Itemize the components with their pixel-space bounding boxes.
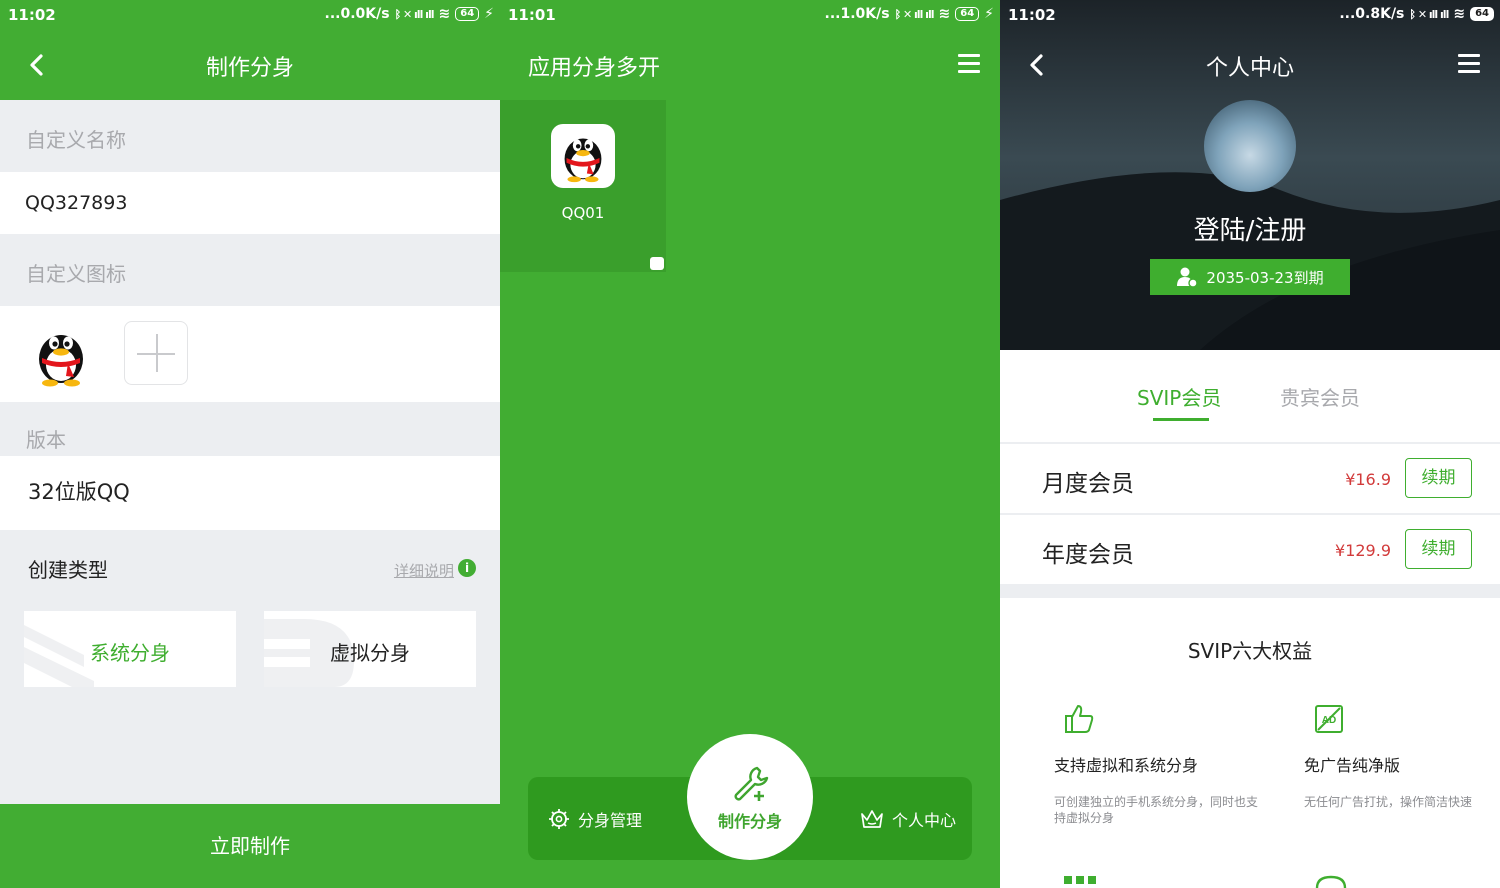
renew-button[interactable]: 续期 — [1405, 458, 1472, 498]
nav-clone-manage[interactable]: 分身管理 — [548, 807, 642, 831]
fab-label: 制作分身 — [717, 812, 782, 831]
app-tile-label: QQ01 — [561, 204, 605, 222]
status-bar: 11:01 ...1.0K/s ᛒ ✕ ıll ıll ≋ 64 ⚡ — [500, 0, 1000, 30]
status-icons: ...0.0K/s ᛒ ✕ ıll ıll ≋ 64 ⚡ — [325, 6, 495, 22]
custom-name-input-value[interactable]: QQ327893 — [25, 192, 127, 214]
plan-name: 月度会员 — [1042, 471, 1134, 497]
title-bar: 制作分身 — [0, 30, 500, 100]
custom-name-label: 自定义名称 — [26, 128, 126, 152]
page-title: 应用分身多开 — [528, 56, 661, 81]
version-value: 32位版QQ — [28, 480, 130, 504]
status-time: 11:02 — [8, 6, 56, 24]
plan-price: ¥16.9 — [1345, 470, 1391, 489]
crown-icon — [861, 810, 883, 828]
user-icon — [1177, 267, 1199, 288]
status-bar: 11:02 ...0.0K/s ᛒ ✕ ıll ıll ≋ 64 ⚡ — [0, 0, 500, 30]
status-bar: 11:02 ...0.8K/s ᛒ ✕ ıll ıll ≋ 64 — [1000, 0, 1500, 30]
make-clone-fab[interactable]: 制作分身 — [687, 734, 813, 860]
benefit-item: 支持虚拟和系统分身 可创建独立的手机系统分身，同时也支持虚拟分身 — [1054, 702, 1258, 826]
page-title: 制作分身 — [205, 56, 294, 81]
custom-icon-row — [0, 306, 500, 402]
benefit-title: 免广告纯净版 — [1304, 756, 1401, 775]
custom-name-field[interactable]: QQ327893 — [0, 172, 500, 234]
signal-icon: ᛒ ✕ ıll ıll — [394, 7, 435, 21]
wrench-icon — [734, 766, 769, 801]
chat-icon — [1315, 875, 1347, 888]
status-icons: ...0.8K/s ᛒ ✕ ıll ıll ≋ 64 — [1339, 6, 1494, 22]
expiry-text: 2035-03-23到期 — [1206, 268, 1324, 287]
app-tile[interactable]: QQ01 — [500, 100, 666, 272]
status-icons: ...1.0K/s ᛒ ✕ ıll ıll ≋ 64 ⚡ — [825, 6, 995, 22]
page-title: 个人中心 — [1205, 56, 1294, 81]
section-separator — [1000, 584, 1500, 598]
nav-profile[interactable]: 个人中心 — [860, 807, 956, 831]
virtual-badge-icon — [650, 257, 664, 270]
gear-icon — [549, 809, 569, 829]
charging-icon: ⚡ — [484, 6, 494, 22]
add-icon-button[interactable] — [124, 321, 188, 385]
nav-profile-label: 个人中心 — [891, 811, 956, 830]
benefit-desc: 可创建独立的手机系统分身，同时也支持虚拟分身 — [1054, 795, 1259, 825]
signal-icon: ᛒ ✕ ıll ıll — [1409, 7, 1449, 21]
make-clone-screen: 11:02 ...0.0K/s ᛒ ✕ ıll ıll ≋ 64 ⚡ 制作分身 … — [0, 0, 500, 888]
svg-text:AD: AD — [1322, 715, 1336, 726]
network-speed: ...1.0K/s — [824, 6, 890, 22]
create-type-title: 创建类型 — [28, 558, 108, 582]
create-now-button[interactable]: 立即制作 — [0, 804, 500, 888]
wifi-icon: ≋ — [1453, 6, 1466, 22]
qq-penguin-icon[interactable] — [28, 321, 94, 387]
version-label: 版本 — [26, 428, 66, 452]
nav-manage-label: 分身管理 — [578, 811, 643, 830]
network-speed: ...0.8K/s — [1339, 6, 1405, 22]
network-speed: ...0.0K/s — [324, 6, 390, 22]
signal-icon: ᛒ ✕ ıll ıll — [894, 7, 935, 21]
benefit-title: 支持虚拟和系统分身 — [1054, 756, 1199, 775]
no-ads-icon: AD — [1315, 705, 1343, 733]
battery-icon: 64 — [455, 7, 480, 21]
renew-button[interactable]: 续期 — [1405, 529, 1472, 569]
virtual-clone-label: 虚拟分身 — [330, 641, 410, 665]
profile-header: 11:02 ...0.8K/s ᛒ ✕ ıll ıll ≋ 64 个人中心 登陆… — [1000, 0, 1500, 350]
benefit-item: AD 免广告纯净版 无任何广告打扰，操作简洁快速 — [1304, 702, 1500, 810]
menu-icon[interactable] — [958, 54, 980, 76]
system-clone-label: 系统分身 — [90, 641, 170, 665]
battery-icon: 64 — [1470, 7, 1494, 21]
benefit-desc: 无任何广告打扰，操作简洁快速 — [1304, 795, 1473, 809]
menu-icon[interactable] — [1458, 54, 1480, 76]
title-bar: 个人中心 — [1000, 30, 1500, 100]
profile-screen: 11:02 ...0.8K/s ᛒ ✕ ıll ıll ≋ 64 个人中心 登陆… — [1000, 0, 1500, 888]
wifi-icon: ≋ — [438, 6, 451, 22]
plan-price: ¥129.9 — [1335, 541, 1391, 560]
info-icon[interactable]: i — [458, 559, 476, 577]
plan-name: 年度会员 — [1042, 542, 1134, 568]
charging-icon: ⚡ — [984, 6, 994, 22]
avatar[interactable] — [1204, 100, 1296, 192]
login-register-link[interactable]: 登陆/注册 — [1000, 210, 1500, 247]
system-clone-option[interactable]: 系统分身 — [24, 611, 236, 687]
qq-app-icon — [551, 124, 615, 188]
status-time: 11:01 — [508, 6, 556, 24]
plan-row-monthly: 月度会员 ¥16.9 续期 — [1000, 444, 1500, 514]
status-time: 11:02 — [1008, 6, 1056, 24]
tab-active-indicator — [1153, 418, 1209, 421]
custom-icon-label: 自定义图标 — [26, 262, 126, 286]
qq-penguin-icon — [564, 138, 602, 183]
version-row[interactable]: 32位版QQ — [0, 456, 500, 530]
tab-svip[interactable]: SVIP会员 — [1137, 382, 1221, 411]
tab-vip[interactable]: 贵宾会员 — [1280, 382, 1360, 411]
title-bar: 应用分身多开 — [500, 30, 1000, 100]
thumbs-up-icon — [1065, 705, 1094, 733]
wifi-icon: ≋ — [938, 6, 951, 22]
plan-row-yearly: 年度会员 ¥129.9 续期 — [1000, 515, 1500, 585]
detail-link[interactable]: 详细说明 — [394, 560, 454, 581]
battery-icon: 64 — [955, 7, 980, 21]
virtual-clone-option[interactable]: 虚拟分身 — [264, 611, 476, 687]
expiry-badge[interactable]: 2035-03-23到期 — [1150, 259, 1350, 295]
clone-home-screen: 11:01 ...1.0K/s ᛒ ✕ ıll ıll ≋ 64 ⚡ 应用分身多… — [500, 0, 1000, 888]
benefits-title: SVIP六大权益 — [1187, 639, 1313, 663]
grid-icon — [1064, 876, 1096, 884]
